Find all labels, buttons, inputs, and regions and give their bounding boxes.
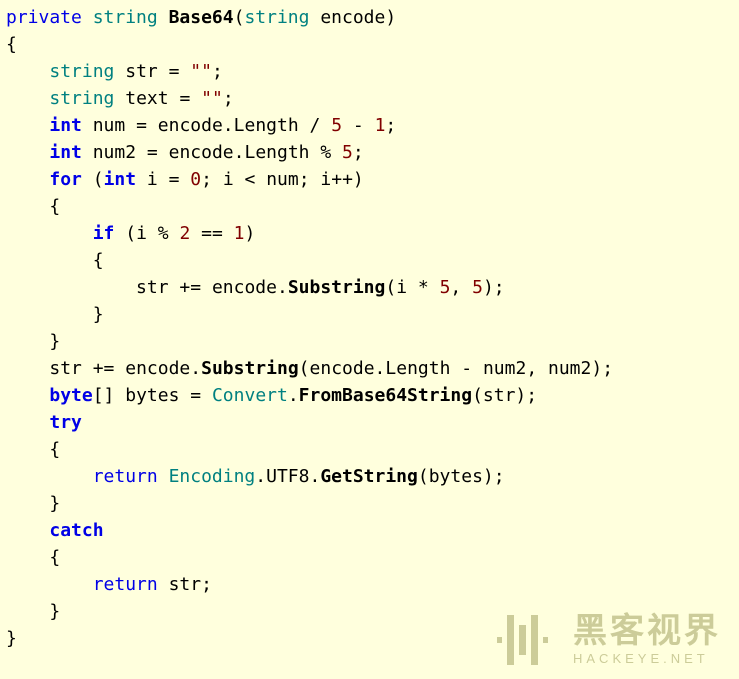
id-str: str	[125, 61, 158, 82]
mname-substring-2: Substring	[201, 358, 299, 379]
watermark-en: HACKEYE.NET	[573, 652, 721, 665]
id-num2-ref1: num2	[483, 358, 526, 379]
kw-catch: catch	[49, 520, 103, 541]
mname-substring-1: Substring	[288, 277, 386, 298]
mname-frombase64: FromBase64String	[299, 385, 472, 406]
lit-5d: 5	[472, 277, 483, 298]
code-block: private string Base64(string encode) { s…	[0, 0, 739, 652]
lit-5b: 5	[342, 142, 353, 163]
mname-getstring: GetString	[320, 466, 418, 487]
lit-5a: 5	[331, 115, 342, 136]
lit-empty-1: ""	[190, 61, 212, 82]
type-string-var1: string	[49, 61, 114, 82]
kw-int-3: int	[104, 169, 137, 190]
id-bytes-ref: bytes	[429, 466, 483, 487]
kw-private: private	[6, 7, 82, 28]
prop-length-2: Length	[244, 142, 309, 163]
id-encode-2: encode	[169, 142, 234, 163]
id-i-2: i	[223, 169, 234, 190]
id-i-3: i	[320, 169, 331, 190]
kw-if: if	[93, 223, 115, 244]
type-string-param: string	[244, 7, 309, 28]
id-i-5: i	[396, 277, 407, 298]
kw-for: for	[49, 169, 82, 190]
prop-length-1: Length	[234, 115, 299, 136]
lit-1b: 1	[234, 223, 245, 244]
kw-byte: byte	[49, 385, 92, 406]
kw-int-1: int	[49, 115, 82, 136]
kw-return-1: return	[93, 466, 158, 487]
id-num2: num2	[93, 142, 136, 163]
type-string: string	[93, 7, 158, 28]
id-str-ref3: str	[483, 385, 516, 406]
id-num: num	[93, 115, 126, 136]
id-str-ref2: str	[49, 358, 82, 379]
type-convert: Convert	[212, 385, 288, 406]
type-encoding: Encoding	[169, 466, 256, 487]
id-num-ref: num	[266, 169, 299, 190]
kw-return-2: return	[93, 574, 158, 595]
id-i-4: i	[136, 223, 147, 244]
prop-length-3: Length	[385, 358, 450, 379]
id-text: text	[125, 88, 168, 109]
id-str-ref1: str	[136, 277, 169, 298]
id-str-ref4: str	[169, 574, 202, 595]
kw-try: try	[49, 412, 82, 433]
param-encode: encode	[320, 7, 385, 28]
id-i-1: i	[147, 169, 158, 190]
id-encode-3: encode	[212, 277, 277, 298]
id-utf8: UTF8	[266, 466, 309, 487]
lit-empty-2: ""	[201, 88, 223, 109]
method-name: Base64	[169, 7, 234, 28]
lit-0: 0	[190, 169, 201, 190]
id-encode-1: encode	[158, 115, 223, 136]
lit-1a: 1	[375, 115, 386, 136]
id-encode-5: encode	[310, 358, 375, 379]
id-bytes: bytes	[125, 385, 179, 406]
kw-int-2: int	[49, 142, 82, 163]
lit-2: 2	[179, 223, 190, 244]
type-string-var2: string	[49, 88, 114, 109]
lit-5c: 5	[440, 277, 451, 298]
id-num2-ref2: num2	[548, 358, 591, 379]
id-encode-4: encode	[125, 358, 190, 379]
